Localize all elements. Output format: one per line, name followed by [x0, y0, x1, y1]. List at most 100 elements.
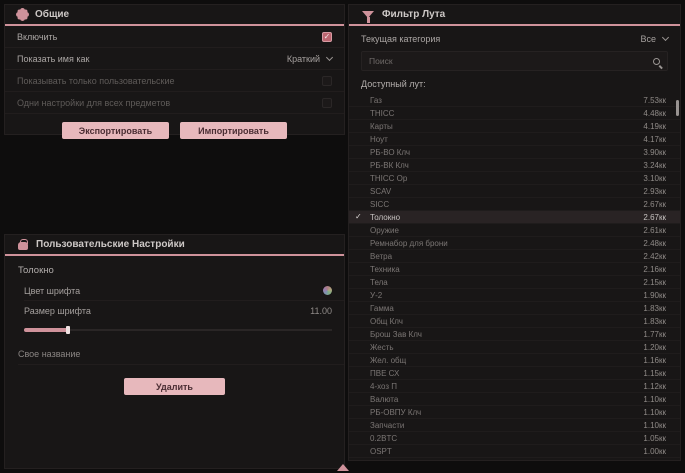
loot-item-name: У-2	[370, 291, 382, 300]
loot-item-value: 2.42кк	[643, 252, 666, 261]
same-settings-row: Одни настройки для всех предметов	[5, 92, 344, 114]
loot-list-item[interactable]: ✓РБ-ВО Клч3.90кк	[349, 146, 680, 159]
loot-list-item[interactable]: ✓РБ-ОВПУ Клч1.10кк	[349, 406, 680, 419]
loot-list-item[interactable]: ✓ПВЕ СХ1.15кк	[349, 367, 680, 380]
scrollbar-thumb[interactable]	[676, 100, 679, 116]
loot-list-item[interactable]: ✓Ремнабор для брони2.48кк	[349, 237, 680, 250]
loot-list-item[interactable]: ✓Общ Клч1.83кк	[349, 315, 680, 328]
loot-list-item[interactable]: ✓Жесть1.20кк	[349, 341, 680, 354]
loot-list: ✓Газ7.53кк✓THICC4.48кк✓Карты4.19кк✓Ноут4…	[349, 94, 680, 458]
funnel-icon	[362, 11, 374, 18]
loot-list-item[interactable]: ✓Ноут4.17кк	[349, 133, 680, 146]
loot-item-name: OSPT	[370, 447, 392, 456]
loot-item-value: 4.17кк	[643, 135, 666, 144]
loot-list-item[interactable]: ✓THICC4.48кк	[349, 107, 680, 120]
loot-list-item[interactable]: ✓Техника2.16кк	[349, 263, 680, 276]
loot-item-name: SICC	[370, 200, 389, 209]
font-size-slider[interactable]	[24, 326, 332, 334]
loot-item-name: THICC	[370, 109, 394, 118]
font-size-row: Размер шрифта 11.00	[24, 301, 344, 321]
loot-item-value: 2.48кк	[643, 239, 666, 248]
available-loot-label: Доступный лут:	[349, 71, 680, 94]
loot-list-item[interactable]: ✓THICC Ор3.10кк	[349, 172, 680, 185]
list-scrollbar[interactable]	[676, 98, 679, 458]
general-panel-title: Общие	[35, 9, 69, 20]
loot-item-name: Ремнабор для брони	[370, 239, 448, 248]
loot-item-value: 1.10кк	[643, 408, 666, 417]
loot-item-name: Толокно	[370, 213, 400, 222]
loot-item-name: Общ Клч	[370, 317, 403, 326]
enable-checkbox[interactable]: ✓	[322, 32, 332, 42]
loot-item-name: Газ	[370, 96, 382, 105]
loot-item-name: Тела	[370, 278, 388, 287]
loot-item-value: 3.10кк	[643, 174, 666, 183]
check-icon: ✓	[355, 212, 362, 221]
loot-item-name: Ноут	[370, 135, 388, 144]
loot-list-item[interactable]: ✓ Толокно 2.67кк	[349, 211, 680, 224]
loot-item-value: 1.10кк	[643, 421, 666, 430]
same-settings-checkbox[interactable]	[322, 98, 332, 108]
general-settings-panel: Общие Включить ✓ Показать имя как Кратки…	[4, 4, 345, 135]
show-name-as-select[interactable]: Краткий	[287, 54, 332, 64]
loot-list-item[interactable]: ✓Брош Зав Клч1.77кк	[349, 328, 680, 341]
loot-list-item[interactable]: ✓Газ7.53кк	[349, 94, 680, 107]
general-panel-header: Общие	[5, 5, 344, 26]
loot-item-value: 1.05кк	[643, 434, 666, 443]
search-input[interactable]: Поиск	[361, 51, 668, 71]
search-placeholder: Поиск	[369, 56, 393, 66]
loot-item-name: Жел. общ	[370, 356, 406, 365]
user-settings-panel: Пользовательские Настройки Толокно Цвет …	[4, 234, 345, 469]
loot-item-value: 4.48кк	[643, 109, 666, 118]
loot-list-item[interactable]: ✓SCAV2.93кк	[349, 185, 680, 198]
loot-item-value: 2.67кк	[643, 213, 666, 222]
only-custom-checkbox[interactable]	[322, 76, 332, 86]
custom-name-placeholder: Свое название	[18, 349, 80, 359]
slider-track	[24, 329, 332, 331]
loot-item-value: 2.67кк	[643, 200, 666, 209]
loot-item-value: 1.12кк	[643, 382, 666, 391]
loot-list-item[interactable]: ✓Оружие2.61кк	[349, 224, 680, 237]
loot-list-item[interactable]: ✓Гамма1.83кк	[349, 302, 680, 315]
loot-item-value: 1.10кк	[643, 395, 666, 404]
slider-thumb[interactable]	[66, 326, 70, 334]
show-name-as-label: Показать имя как	[17, 54, 89, 64]
user-panel-header: Пользовательские Настройки	[5, 235, 344, 256]
loot-item-name: Гамма	[370, 304, 394, 313]
font-color-label: Цвет шрифта	[24, 286, 80, 296]
filter-panel-header: Фильтр Лута	[349, 5, 680, 26]
import-button[interactable]: Импортировать	[180, 122, 287, 139]
loot-list-item[interactable]: ✓OSPT1.00кк	[349, 445, 680, 458]
loot-item-value: 4.19кк	[643, 122, 666, 131]
delete-button[interactable]: Удалить	[124, 378, 225, 395]
collapse-arrow-icon[interactable]	[337, 464, 349, 471]
loot-list-item[interactable]: ✓4-хоз П1.12кк	[349, 380, 680, 393]
loot-item-value: 3.24кк	[643, 161, 666, 170]
loot-list-item[interactable]: ✓Карты4.19кк	[349, 120, 680, 133]
loot-list-item[interactable]: ✓0.2BTC1.05кк	[349, 432, 680, 445]
category-label: Текущая категория	[361, 34, 440, 44]
loot-item-value: 1.00кк	[643, 447, 666, 456]
category-select[interactable]: Все	[640, 34, 668, 44]
custom-name-input[interactable]: Свое название	[18, 343, 344, 365]
loot-item-value: 7.53кк	[643, 96, 666, 105]
export-import-row: Экспортировать Импортировать	[5, 114, 344, 139]
loot-list-item[interactable]: ✓SICC2.67кк	[349, 198, 680, 211]
loot-item-value: 2.15кк	[643, 278, 666, 287]
loot-list-item[interactable]: ✓У-21.90кк	[349, 289, 680, 302]
loot-list-item[interactable]: ✓Запчасти1.10кк	[349, 419, 680, 432]
selected-item-name: Толокно	[5, 256, 344, 281]
chevron-down-icon	[326, 53, 333, 60]
loot-item-value: 2.61кк	[643, 226, 666, 235]
loot-item-value: 3.90кк	[643, 148, 666, 157]
font-size-label: Размер шрифта	[24, 306, 91, 316]
color-wheel-icon[interactable]	[323, 286, 332, 295]
loot-list-item[interactable]: ✓РБ-ВК Клч3.24кк	[349, 159, 680, 172]
category-row: Текущая категория Все	[349, 26, 680, 51]
loot-list-item[interactable]: ✓Ветра2.42кк	[349, 250, 680, 263]
loot-list-item[interactable]: ✓Валюта1.10кк	[349, 393, 680, 406]
loot-list-item[interactable]: ✓Жел. общ1.16кк	[349, 354, 680, 367]
loot-list-item[interactable]: ✓Тела2.15кк	[349, 276, 680, 289]
export-button[interactable]: Экспортировать	[62, 122, 169, 139]
font-size-value: 11.00	[310, 306, 332, 316]
gear-flower-icon	[18, 10, 27, 19]
